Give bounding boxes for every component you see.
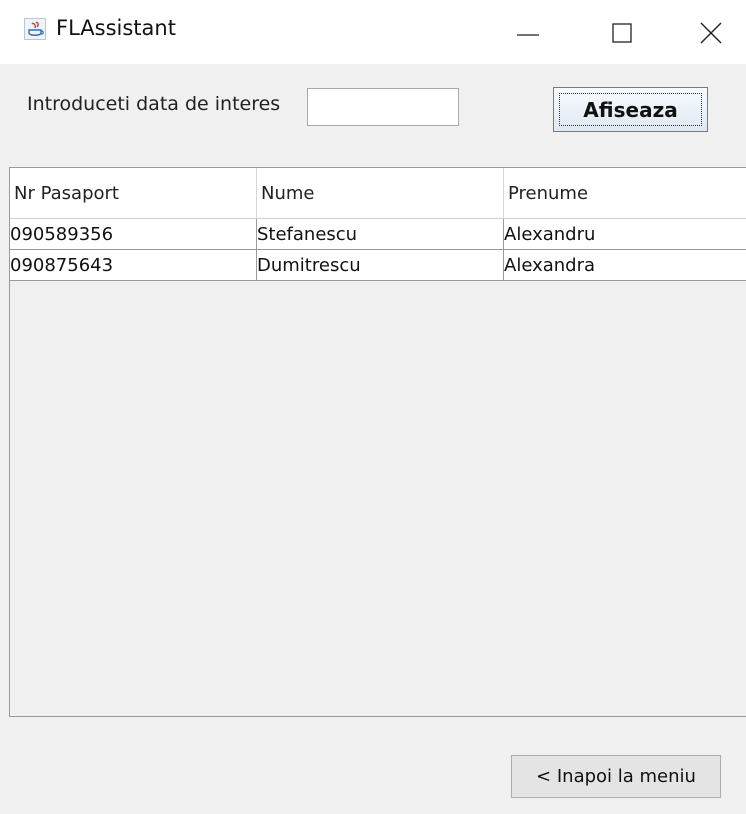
window-title: FLAssistant bbox=[56, 16, 176, 40]
table-header: Nr Pasaport Nume Prenume bbox=[10, 168, 746, 219]
column-header-prenume[interactable]: Prenume bbox=[504, 168, 746, 218]
cell-nr-pasaport[interactable]: 090875643 bbox=[10, 250, 257, 280]
java-app-icon bbox=[24, 18, 46, 40]
table-row[interactable]: 090875643 Dumitrescu Alexandra bbox=[10, 250, 746, 281]
close-icon bbox=[700, 22, 722, 44]
cell-prenume[interactable]: Alexandru bbox=[504, 219, 746, 249]
cell-nr-pasaport[interactable]: 090589356 bbox=[10, 219, 257, 249]
results-table[interactable]: Nr Pasaport Nume Prenume 090589356 Stefa… bbox=[9, 167, 746, 717]
column-header-nume[interactable]: Nume bbox=[257, 168, 504, 218]
date-input[interactable] bbox=[307, 88, 459, 126]
maximize-icon bbox=[612, 23, 632, 43]
minimize-button[interactable] bbox=[497, 0, 557, 64]
show-button-label: Afiseaza bbox=[559, 93, 702, 126]
close-button[interactable] bbox=[680, 0, 740, 64]
cell-nume[interactable]: Dumitrescu bbox=[257, 250, 504, 280]
maximize-button[interactable] bbox=[591, 0, 651, 64]
back-to-menu-button[interactable]: < Inapoi la meniu bbox=[511, 755, 721, 798]
minimize-icon bbox=[517, 34, 539, 36]
cell-prenume[interactable]: Alexandra bbox=[504, 250, 746, 280]
column-header-nr-pasaport[interactable]: Nr Pasaport bbox=[10, 168, 257, 218]
show-button[interactable]: Afiseaza bbox=[553, 87, 708, 132]
title-bar: FLAssistant bbox=[0, 0, 746, 64]
table-row[interactable]: 090589356 Stefanescu Alexandru bbox=[10, 219, 746, 250]
date-label: Introduceti data de interes bbox=[27, 93, 281, 115]
cell-nume[interactable]: Stefanescu bbox=[257, 219, 504, 249]
